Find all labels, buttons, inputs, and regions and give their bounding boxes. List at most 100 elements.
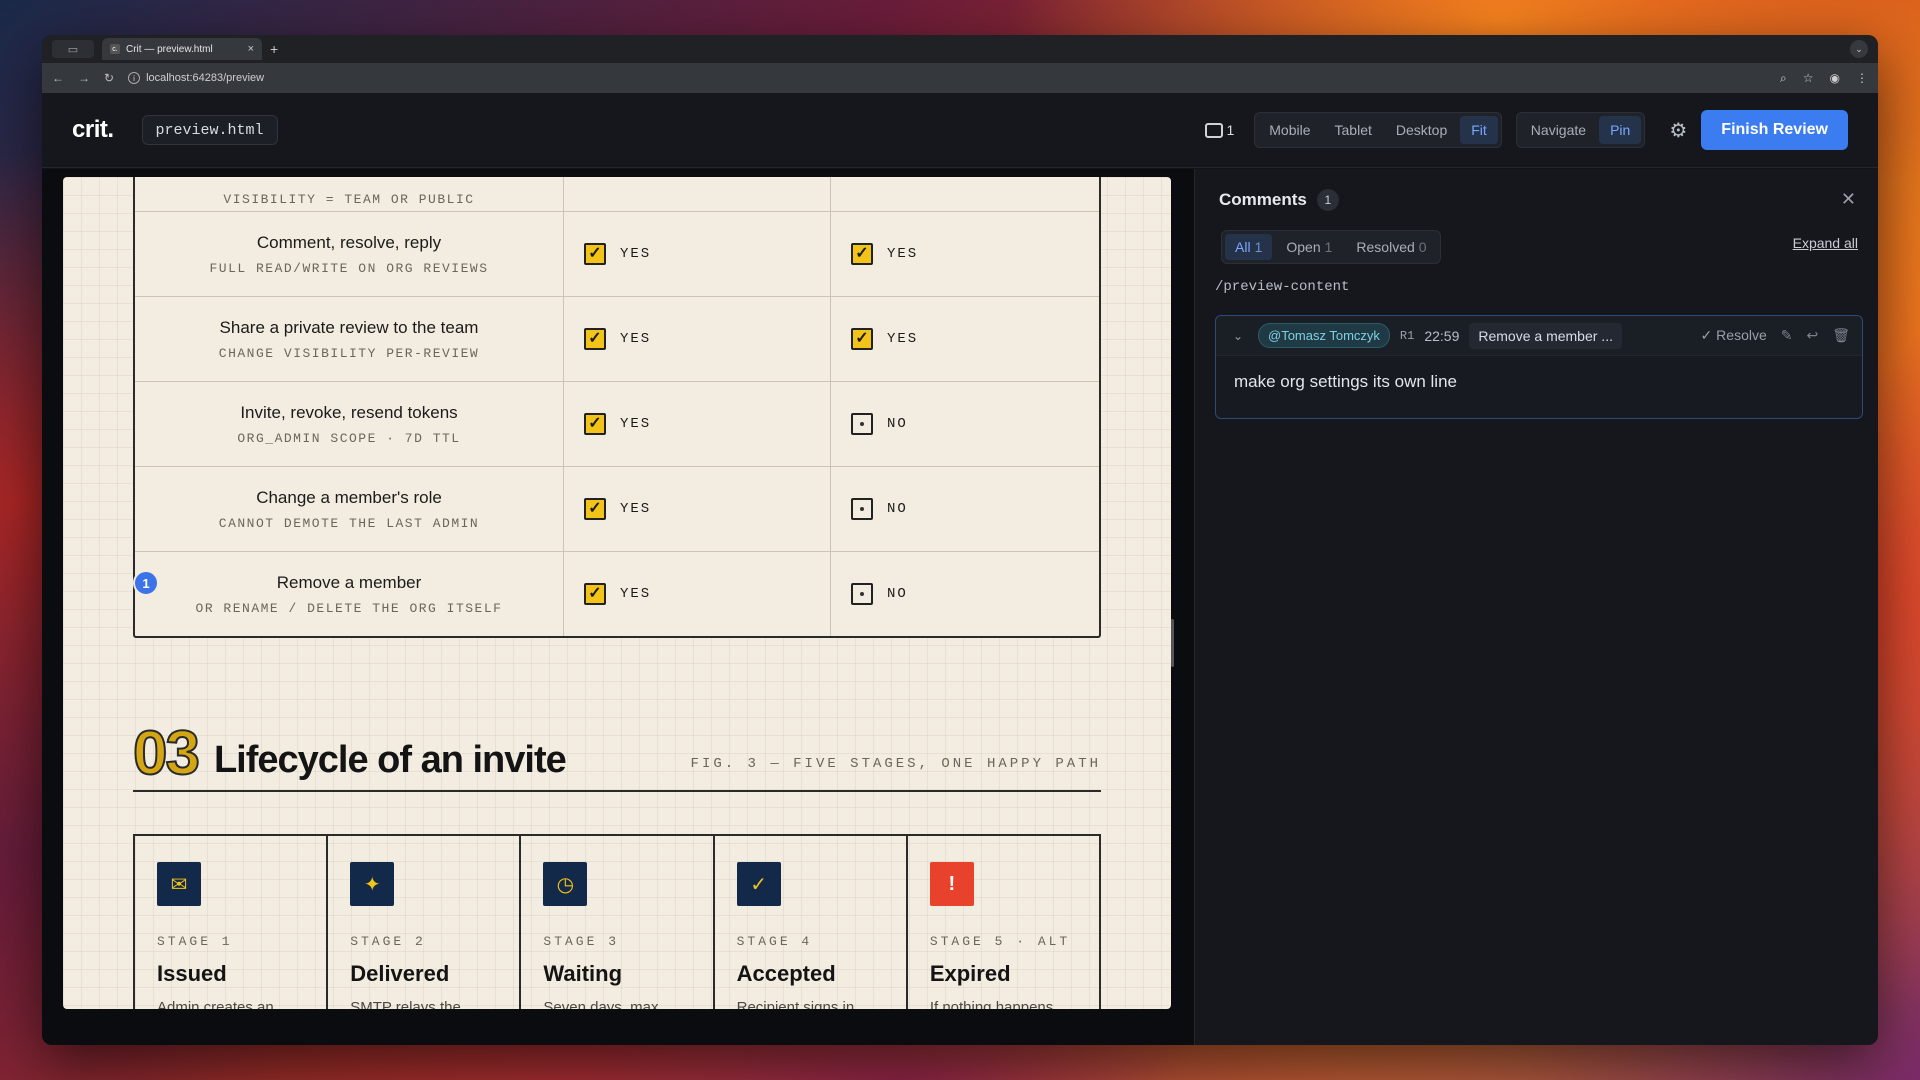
back-icon[interactable]: ← xyxy=(52,71,64,85)
envelope-icon: ✉ xyxy=(157,862,201,906)
check-icon: ✓ xyxy=(736,862,781,906)
filter-open-button[interactable]: Open 1 xyxy=(1276,234,1342,260)
row-subtitle: CANNOT DEMOTE THE LAST ADMIN xyxy=(218,515,480,531)
sparkle-icon: ✦ xyxy=(350,862,395,906)
comment-group-path: /preview-content xyxy=(1215,279,1350,295)
comment-filters: All 1 Open 1 Resolved 0 xyxy=(1221,230,1441,264)
check-icon: ✓ xyxy=(851,243,873,265)
close-icon[interactable]: ✕ xyxy=(1841,189,1856,210)
mode-navigate-button[interactable]: Navigate xyxy=(1520,116,1597,144)
zoom-icon[interactable]: ⌕ xyxy=(1780,71,1787,86)
preview-area: VISIBILITY = TEAM OR PUBLIC Comment, res… xyxy=(42,169,1194,1045)
panel-title: Comments xyxy=(1219,190,1307,209)
browser-window: ▭ c. Crit — preview.html × + ⌄ ← → ↻ i l… xyxy=(42,35,1878,1045)
table-row: Comment, resolve, reply FULL READ/WRITE … xyxy=(135,211,1099,296)
reload-icon[interactable]: ↻ xyxy=(104,71,114,85)
yes-label: YES xyxy=(620,416,652,432)
section-title: Lifecycle of an invite xyxy=(213,739,567,781)
reply-icon[interactable]: ↩ xyxy=(1806,327,1818,344)
check-icon: ✓ xyxy=(584,413,606,435)
comment-card[interactable]: ⌄ @Tomasz Tomczyk R1 22:59 Remove a memb… xyxy=(1215,315,1863,419)
stage-label: STAGE 3 xyxy=(543,934,620,949)
stage-name: Expired xyxy=(929,961,1011,986)
tab-search-icon[interactable]: ⌄ xyxy=(1850,40,1868,58)
viewport-desktop-button[interactable]: Desktop xyxy=(1385,116,1458,144)
close-tab-icon[interactable]: × xyxy=(248,43,254,55)
comment-pin-badge[interactable]: 1 xyxy=(133,570,159,596)
site-info-icon[interactable]: i xyxy=(128,72,141,84)
stage-description: SMTP relays the xyxy=(350,999,461,1009)
stage-card: ! STAGE 5 · ALT Expired If nothing happe… xyxy=(908,836,1099,1009)
address-bar: ← → ↻ i localhost:64283/preview ⌕ ☆ ◉ ⋮ xyxy=(42,63,1878,93)
stage-card: ✓ STAGE 4 Accepted Recipient signs in xyxy=(715,836,908,1009)
stage-name: Delivered xyxy=(350,961,450,986)
row-title: Invite, revoke, resend tokens xyxy=(240,402,458,422)
table-row: Invite, revoke, resend tokens ORG_ADMIN … xyxy=(135,381,1099,466)
row-title: Change a member's role xyxy=(256,487,442,507)
file-name-chip: preview.html xyxy=(141,115,278,145)
browser-menu-icon[interactable]: ⋮ xyxy=(1856,71,1868,86)
comments-panel: Comments 1 ✕ All 1 Open 1 Resolved 0 Expand… xyxy=(1194,169,1878,1045)
tab-bar: ▭ c. Crit — preview.html × + ⌄ xyxy=(42,35,1878,63)
row-title: Remove a member xyxy=(276,572,422,592)
scrollbar-thumb[interactable] xyxy=(1171,619,1174,667)
profile-icon[interactable]: ◉ xyxy=(1830,71,1840,86)
viewport-fit-button[interactable]: Fit xyxy=(1460,116,1498,144)
check-icon: ✓ xyxy=(584,243,606,265)
panel-count-badge: 1 xyxy=(1316,189,1339,211)
comments-toggle-button[interactable]: 1 xyxy=(1205,122,1234,138)
yes-label: YES xyxy=(620,246,652,262)
url-text: localhost:64283/preview xyxy=(146,72,265,84)
no-label: NO xyxy=(887,586,908,602)
check-icon: ✓ xyxy=(584,328,606,350)
stage-card: ✦ STAGE 2 Delivered SMTP relays the xyxy=(328,836,522,1009)
yes-label: YES xyxy=(620,501,652,517)
row-subtitle: FULL READ/WRITE ON ORG REVIEWS xyxy=(209,260,489,276)
table-row: VISIBILITY = TEAM OR PUBLIC xyxy=(135,177,1099,211)
check-icon: ✓ xyxy=(851,328,873,350)
row-title: Share a private review to the team xyxy=(219,317,479,337)
forward-icon[interactable]: → xyxy=(78,71,90,85)
url-field[interactable]: i localhost:64283/preview xyxy=(128,72,1766,84)
trash-icon[interactable]: 🗑 xyxy=(1832,327,1850,344)
clock-icon: ◷ xyxy=(543,862,588,906)
table-row[interactable]: Remove a member OR RENAME / DELETE THE O… xyxy=(135,551,1099,636)
stage-label: STAGE 1 xyxy=(157,934,233,949)
favicon-icon: c. xyxy=(110,44,120,54)
comment-target-chip[interactable]: Remove a member ... xyxy=(1469,322,1622,349)
tab-title: Crit — preview.html xyxy=(126,43,213,55)
edit-icon[interactable]: ✎ xyxy=(1781,327,1793,344)
mode-pin-button[interactable]: Pin xyxy=(1599,116,1642,144)
tab-overview-button[interactable]: ▭ xyxy=(52,40,94,58)
check-icon: ✓ xyxy=(584,498,606,520)
new-tab-icon[interactable]: + xyxy=(270,41,278,57)
stage-card: ◷ STAGE 3 Waiting Seven days, max xyxy=(521,836,715,1009)
chevron-down-icon[interactable]: ⌄ xyxy=(1228,329,1248,343)
figure-caption: FIG. 3 — FIVE STAGES, ONE HAPPY PATH xyxy=(690,756,1101,772)
resolve-button[interactable]: ✓ Resolve xyxy=(1701,327,1767,344)
bookmark-star-icon[interactable]: ☆ xyxy=(1803,71,1814,86)
browser-tab[interactable]: c. Crit — preview.html × xyxy=(102,38,262,60)
table-row: Share a private review to the team CHANG… xyxy=(135,296,1099,381)
stage-name: Waiting xyxy=(543,961,623,986)
finish-review-button[interactable]: Finish Review xyxy=(1701,110,1848,150)
crit-logo: crit. xyxy=(72,116,114,143)
revision-label: R1 xyxy=(1399,328,1415,343)
filter-resolved-button[interactable]: Resolved 0 xyxy=(1346,234,1436,260)
viewport-mobile-button[interactable]: Mobile xyxy=(1258,116,1321,144)
yes-label: YES xyxy=(887,246,919,262)
filter-all-button[interactable]: All 1 xyxy=(1225,234,1273,260)
check-icon: ✓ xyxy=(584,583,606,605)
no-label: NO xyxy=(887,416,908,432)
viewport-switcher: Mobile Tablet Desktop Fit xyxy=(1254,112,1502,148)
stage-label: STAGE 5 · ALT xyxy=(929,934,1071,949)
comment-bubble-icon xyxy=(1205,122,1224,138)
expand-all-link[interactable]: Expand all xyxy=(1793,235,1858,251)
table-row: Change a member's role CANNOT DEMOTE THE… xyxy=(135,466,1099,551)
row-subtitle: ORG_ADMIN SCOPE · 7D TTL xyxy=(237,430,461,446)
comment-body: make org settings its own line xyxy=(1234,372,1457,391)
stage-description: If nothing happens xyxy=(929,999,1054,1009)
viewport-tablet-button[interactable]: Tablet xyxy=(1324,116,1383,144)
gear-icon[interactable]: ⚙ xyxy=(1667,119,1689,142)
timestamp: 22:59 xyxy=(1424,327,1460,344)
